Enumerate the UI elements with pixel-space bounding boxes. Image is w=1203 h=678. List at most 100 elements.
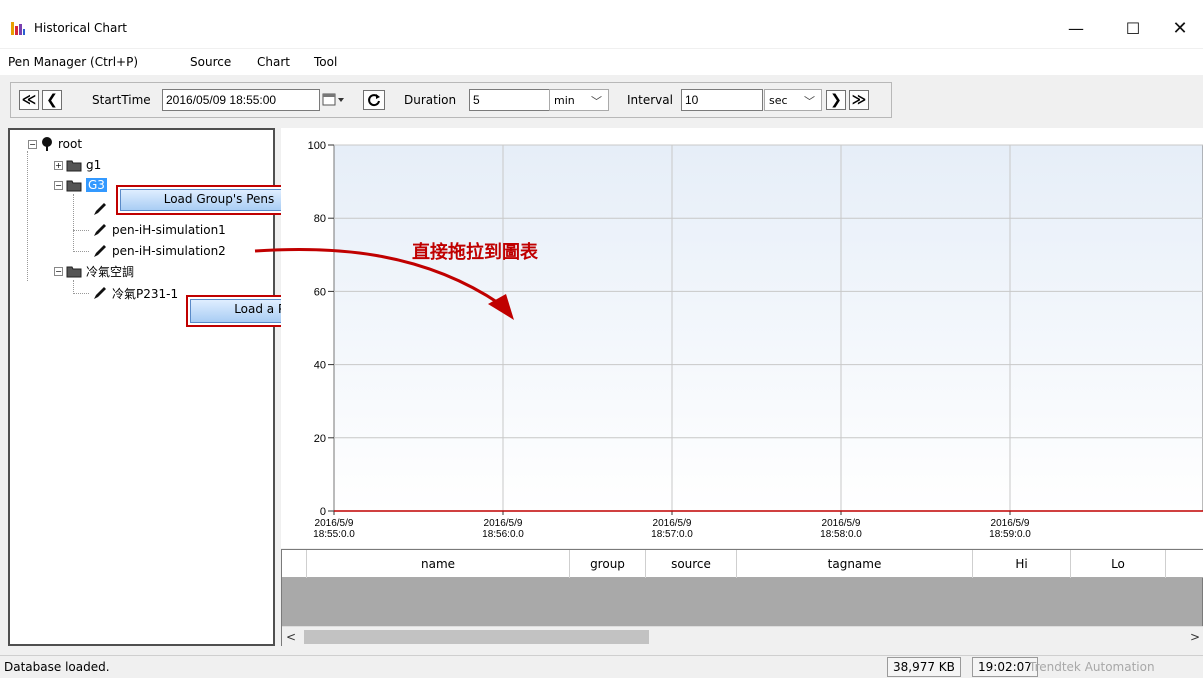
collapse-icon[interactable]: − (54, 266, 63, 276)
maximize-button[interactable]: ☐ (1113, 14, 1153, 42)
chevron-down-icon: ﹀ (804, 95, 815, 108)
pen-icon (94, 203, 106, 215)
interval-unit-value: sec (769, 94, 788, 107)
y-tick-label: 0 (320, 506, 326, 518)
tree-label-pen2: pen-iH-simulation2 (112, 244, 226, 258)
refresh-icon (368, 94, 380, 107)
tree-node-root[interactable]: − root (28, 135, 82, 153)
menu-pen-manager[interactable]: Pen Manager (Ctrl+P) (8, 55, 138, 69)
tree-node-pen-hidden[interactable] (92, 200, 112, 218)
tree-node-aircon-pen[interactable]: 冷氣P231-1 (92, 284, 178, 302)
drag-annotation-text: 直接拖拉到圖表 (412, 242, 538, 263)
y-tick-label: 20 (314, 433, 326, 445)
x-tick-time: 18:59:0.0 (989, 529, 1031, 540)
grid-col-selector (282, 550, 307, 578)
tree-icon (42, 137, 52, 151)
scroll-left-icon[interactable]: < (286, 630, 296, 644)
interval-input[interactable] (681, 89, 763, 111)
x-tick-time: 18:58:0.0 (820, 529, 862, 540)
pen-icon (94, 224, 106, 236)
tree-guide (27, 151, 28, 281)
status-message: Database loaded. (4, 660, 110, 674)
collapse-icon[interactable]: − (54, 180, 63, 190)
starttime-label: StartTime (92, 93, 151, 107)
folder-icon (66, 180, 82, 191)
grid-col-hi[interactable]: Hi (973, 550, 1071, 578)
duration-unit-select[interactable]: min ﹀ (549, 89, 609, 111)
grid-header: name group source tagname Hi Lo (282, 550, 1203, 578)
horizontal-scrollbar[interactable]: < > (282, 626, 1203, 646)
interval-unit-select[interactable]: sec ﹀ (764, 89, 822, 111)
x-tick-time: 18:57:0.0 (651, 529, 693, 540)
grid-col-name[interactable]: name (307, 550, 570, 578)
tree-label-aircon: 冷氣空調 (86, 264, 135, 279)
memory-usage: 38,977 KB (887, 657, 961, 677)
pen-icon (94, 287, 106, 299)
y-tick-label: 40 (314, 360, 326, 372)
scroll-thumb[interactable] (304, 630, 649, 644)
tree-node-g3[interactable]: − G3 (54, 176, 107, 194)
grid-col-lo[interactable]: Lo (1071, 550, 1166, 578)
plot-background (333, 144, 1203, 512)
company-name: Trendtek Automation (1029, 660, 1155, 674)
x-tick-date: 2016/5/9 (484, 518, 523, 529)
tree-guide (73, 280, 74, 294)
refresh-button[interactable] (363, 90, 385, 110)
calendar-icon[interactable] (322, 92, 348, 108)
bar-chart-app-icon (11, 22, 25, 35)
tree-guide (73, 251, 89, 252)
interval-label: Interval (627, 93, 673, 107)
duration-label: Duration (404, 93, 457, 107)
y-tick-label: 80 (314, 213, 326, 225)
x-tick-date: 2016/5/9 (822, 518, 861, 529)
menu-source[interactable]: Source (190, 55, 231, 69)
window-title: Historical Chart (34, 21, 127, 35)
x-tick-time: 18:56:0.0 (482, 529, 524, 540)
tree-label-pen1: pen-iH-simulation1 (112, 223, 226, 237)
pen-grid: name group source tagname Hi Lo < > (281, 549, 1203, 646)
tree-label-g1: g1 (86, 158, 102, 172)
chart-area[interactable]: 0 20 40 60 80 100 2016/5/9 18:55:0.0 2016/5/9 18… (281, 128, 1203, 548)
menu-chart[interactable]: Chart (257, 55, 290, 69)
folder-icon (66, 160, 82, 171)
collapse-icon[interactable]: − (28, 139, 37, 149)
first-page-button[interactable]: ≪ (19, 90, 39, 110)
previous-button[interactable]: ❮ (42, 90, 62, 110)
title-bar: Historical Chart — ☐ ✕ (0, 0, 1203, 48)
y-tick-label: 100 (308, 140, 326, 152)
menu-bar: Pen Manager (Ctrl+P) Source Chart Tool (0, 49, 1203, 75)
x-tick-date: 2016/5/9 (991, 518, 1030, 529)
x-tick-date: 2016/5/9 (653, 518, 692, 529)
tree-label-g3: G3 (86, 178, 107, 192)
starttime-input[interactable] (162, 89, 320, 111)
chevron-down-icon: ﹀ (591, 95, 602, 108)
folder-icon (66, 266, 82, 277)
menu-tool[interactable]: Tool (314, 55, 337, 69)
chart-canvas[interactable]: 020406080100 2016/5/918:55:0.02016/5/918… (281, 128, 1203, 548)
grid-col-source[interactable]: source (646, 550, 737, 578)
tree-guide (73, 194, 74, 252)
tree-guide (73, 230, 89, 231)
status-bar: Database loaded. 38,977 KB 19:02:07 Tren… (0, 655, 1203, 678)
scroll-right-icon[interactable]: > (1190, 630, 1200, 644)
duration-unit-value: min (554, 94, 575, 107)
grid-col-group[interactable]: group (570, 550, 646, 578)
pen-icon (94, 245, 106, 257)
x-tick-date: 2016/5/9 (315, 518, 354, 529)
tree-node-aircon[interactable]: − 冷氣空調 (54, 262, 134, 280)
minimize-button[interactable]: — (1056, 14, 1096, 42)
x-tick-time: 18:55:0.0 (313, 529, 355, 540)
y-tick-label: 60 (314, 286, 326, 298)
expand-icon[interactable]: + (54, 160, 63, 170)
tree-node-pen1[interactable]: pen-iH-simulation1 (92, 221, 226, 239)
tree-node-pen2[interactable]: pen-iH-simulation2 (92, 242, 226, 260)
tree-label-root: root (58, 137, 83, 151)
tree-guide (73, 293, 89, 294)
close-button[interactable]: ✕ (1160, 14, 1200, 42)
next-button[interactable]: ❯ (826, 90, 846, 110)
grid-col-tagname[interactable]: tagname (737, 550, 973, 578)
duration-input[interactable] (469, 89, 551, 111)
last-page-button[interactable]: ≫ (849, 90, 869, 110)
tree-node-g1[interactable]: + g1 (54, 156, 101, 174)
tree-label-aircon-pen: 冷氣P231-1 (112, 286, 179, 301)
